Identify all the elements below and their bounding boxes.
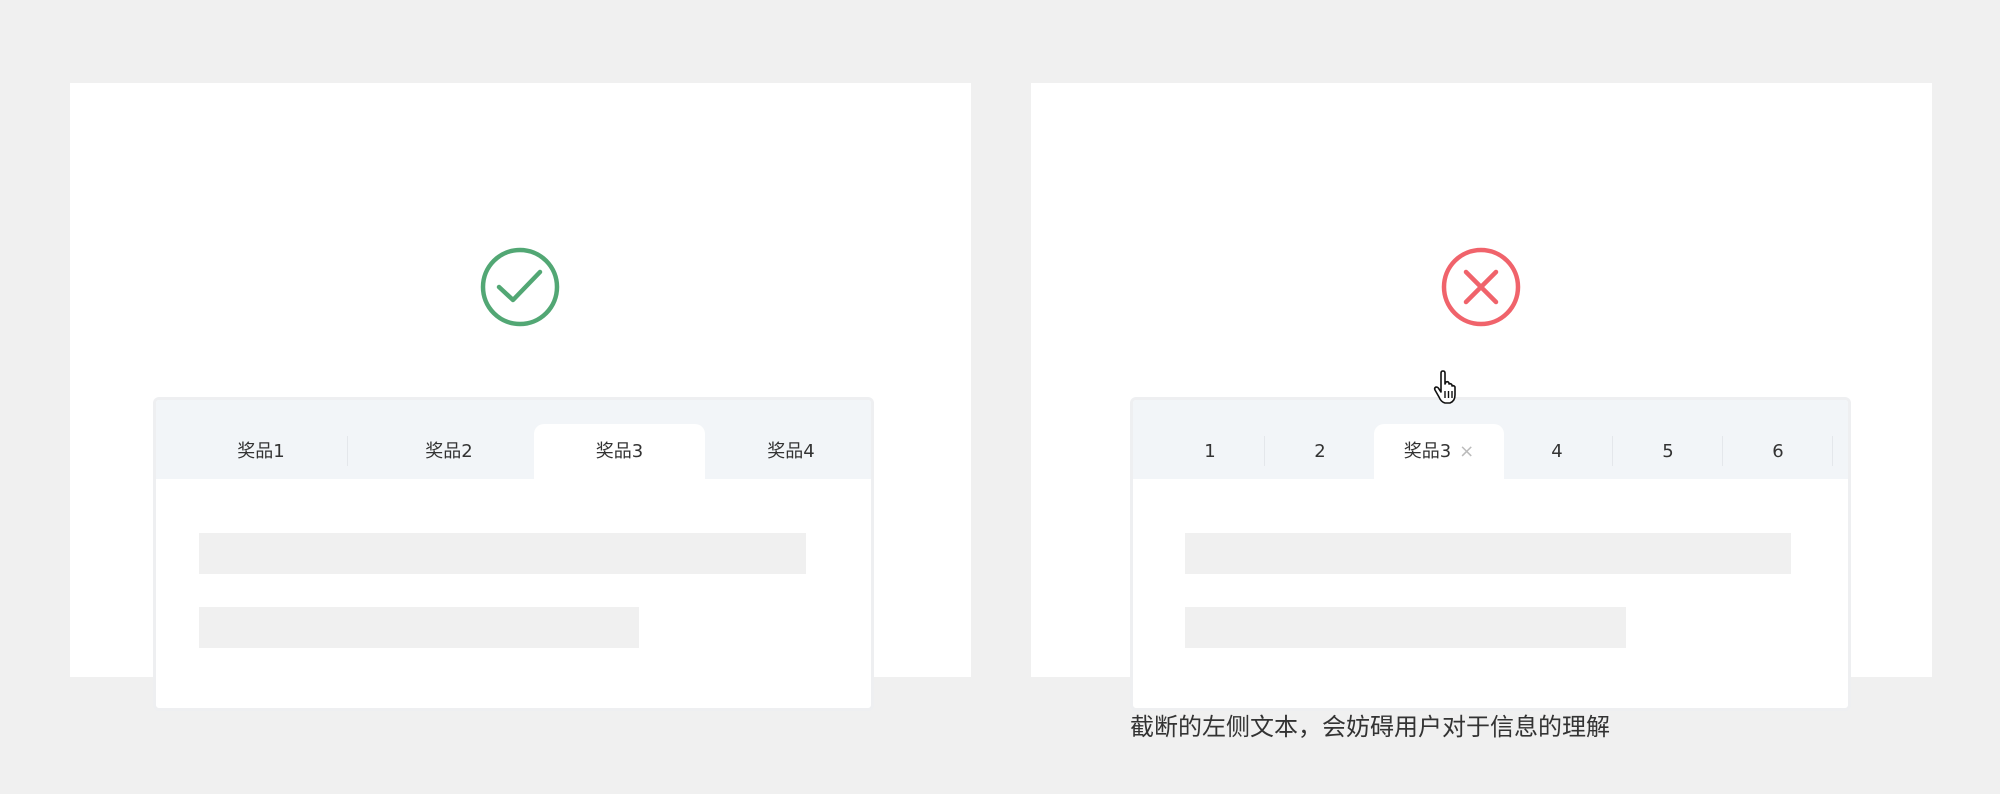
bad-example-caption: 截断的左侧文本，会妨碍用户对于信息的理解: [1130, 713, 1610, 741]
tabs-card: 奖品1 奖品2 奖品3 奖品4: [153, 397, 874, 711]
tab-2[interactable]: 2: [1314, 424, 1325, 479]
tab-3-active[interactable]: 奖品3 ×: [1374, 424, 1504, 479]
tab-prize-2[interactable]: 奖品2: [425, 424, 472, 479]
hand-pointer-cursor-icon: [1433, 370, 1456, 404]
tab-bar: 1 2 奖品3 × 4 5 6: [1133, 400, 1848, 479]
tab-1[interactable]: 1: [1204, 424, 1215, 479]
x-circle-icon: [1441, 247, 1521, 327]
tab-bar: 奖品1 奖品2 奖品3 奖品4: [156, 400, 871, 479]
tab-6[interactable]: 6: [1772, 424, 1783, 479]
tab-divider: [1722, 436, 1723, 466]
tab-5[interactable]: 5: [1662, 424, 1673, 479]
tab-divider: [1264, 436, 1265, 466]
tab-label: 奖品3: [1403, 441, 1452, 462]
tab-4[interactable]: 4: [1551, 424, 1562, 479]
tab-divider: [1612, 436, 1613, 466]
tab-divider: [347, 436, 348, 466]
tab-prize-4[interactable]: 奖品4: [767, 424, 814, 479]
content-placeholder-line: [1185, 533, 1791, 574]
content-placeholder-line: [1185, 607, 1626, 648]
good-example-panel: 奖品1 奖品2 奖品3 奖品4: [70, 83, 971, 711]
tab-prize-3-active[interactable]: 奖品3: [534, 424, 705, 479]
content-placeholder-line: [199, 607, 639, 648]
bad-example-panel: 1 2 奖品3 × 4 5 6: [1031, 83, 1932, 711]
check-circle-icon: [480, 247, 560, 327]
tab-divider: [1832, 436, 1833, 466]
tab-prize-1[interactable]: 奖品1: [237, 424, 284, 479]
tabs-card: 1 2 奖品3 × 4 5 6: [1130, 397, 1851, 711]
content-placeholder-line: [199, 533, 806, 574]
close-icon[interactable]: ×: [1459, 441, 1474, 462]
